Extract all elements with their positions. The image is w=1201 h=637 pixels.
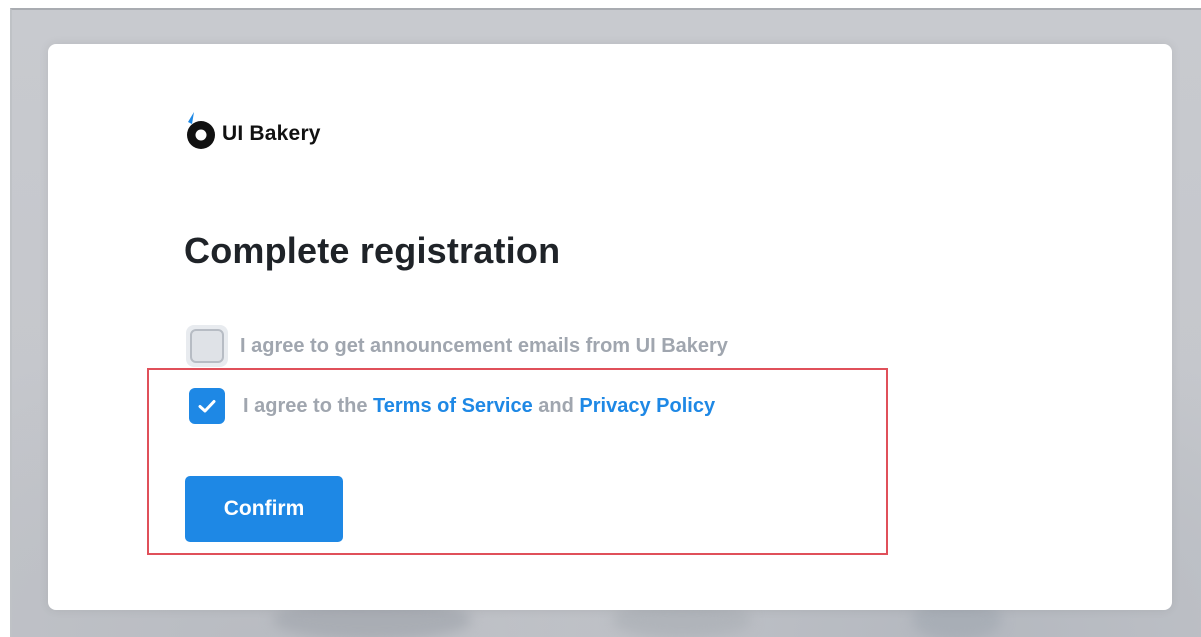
- brand-name: UI Bakery: [222, 122, 321, 145]
- ui-bakery-logo-icon: [184, 110, 218, 150]
- registration-card: UI Bakery Complete registration I agree …: [48, 44, 1172, 610]
- privacy-policy-link[interactable]: Privacy Policy: [579, 395, 715, 417]
- terms-label-conjunction: and: [532, 394, 580, 417]
- terms-of-service-link[interactable]: Terms of Service: [373, 395, 533, 417]
- confirm-button[interactable]: Confirm: [185, 476, 343, 542]
- checkbox-focus-ring: [186, 325, 228, 367]
- brand-logo: UI Bakery: [184, 110, 321, 150]
- announcement-checkbox-label[interactable]: I agree to get announcement emails from …: [240, 335, 728, 358]
- page-title: Complete registration: [184, 230, 561, 271]
- terms-label-prefix: I agree to the: [243, 394, 374, 417]
- terms-checkbox-label[interactable]: I agree to the Terms of Service and Priv…: [243, 395, 715, 418]
- terms-consent-row[interactable]: I agree to the Terms of Service and Priv…: [186, 388, 715, 424]
- screenshot-page: UI Bakery Complete registration I agree …: [0, 0, 1201, 637]
- announcement-checkbox[interactable]: [190, 329, 224, 363]
- checkmark-icon: [198, 400, 216, 413]
- announcement-consent-row[interactable]: I agree to get announcement emails from …: [186, 325, 728, 367]
- terms-checkbox[interactable]: [189, 388, 225, 424]
